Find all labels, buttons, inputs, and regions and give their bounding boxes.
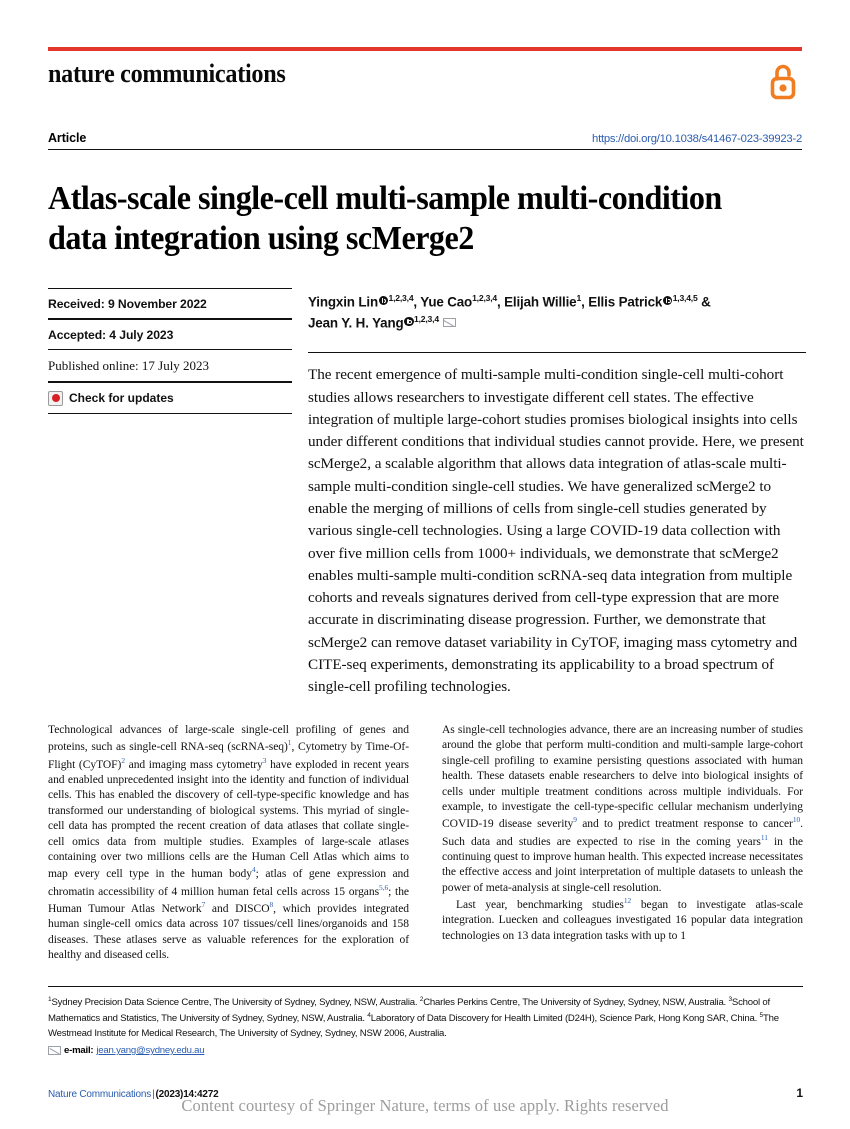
affiliation-marker: 5 [759,1012,764,1020]
citation-reference[interactable]: 11 [761,833,768,842]
author-name: Yingxin Lin [308,294,379,310]
orcid-icon[interactable] [662,295,673,306]
author-name: , Yue Cao [413,294,473,310]
author-list-ampersand: & [697,294,711,310]
check-for-updates-label: Check for updates [69,391,174,406]
citation-reference[interactable]: 8 [270,900,274,909]
author-list: Yingxin Lin 1,2,3,4, Yue Cao1,2,3,4, Elij… [308,292,808,334]
body-paragraph: Technological advances of large-scale si… [48,724,409,961]
received-date: Received: 9 November 2022 [48,297,207,312]
accepted-date: Accepted: 4 July 2023 [48,327,174,342]
open-access-lock-icon [768,62,798,107]
author-name: Jean Y. H. Yang [308,315,404,331]
body-paragraph: As single-cell technologies advance, the… [442,724,803,894]
body-column-right: As single-cell technologies advance, the… [442,723,803,963]
author-affiliation-refs: 1,2,3,4 [414,313,439,324]
corresponding-email-line: e-mail: jean.yang@sydney.edu.au [48,1045,803,1056]
body-columns: Technological advances of large-scale si… [48,723,803,963]
citation-reference[interactable]: 2 [121,756,125,765]
check-for-updates-badge[interactable]: Check for updates [48,383,292,413]
affiliation-marker: 3 [728,996,732,1004]
author-name: , Elijah Willie [496,294,577,310]
author-affiliation-refs: 1,2,3,4 [472,293,497,303]
article-type-label: Article [48,131,87,145]
abstract-top-rule [308,352,806,354]
orcid-icon[interactable] [378,295,389,306]
meta-divider [48,412,292,414]
springer-watermark: Content courtesy of Springer Nature, ter… [181,1096,669,1115]
published-online-date: Published online: 17 July 2023 [48,358,210,374]
page-title: Atlas-scale single-cell multi-sample mul… [48,180,722,257]
author-affiliation-refs: 1,3,4,5 [672,293,698,303]
email-icon [48,1046,61,1056]
article-doi-bar: Article https://doi.org/10.1038/s41467-0… [48,131,802,150]
masthead-red-rule [48,47,802,51]
author-affiliation-refs: 1,2,3,4 [388,293,414,303]
abstract-text: The recent emergence of multi-sample mul… [308,366,804,696]
citation-reference[interactable]: 9 [573,815,577,824]
citation-reference[interactable]: 5,6 [379,883,388,892]
crossmark-icon [48,390,63,406]
email-label: e-mail: [64,1045,94,1057]
body-column-left: Technological advances of large-scale si… [48,723,409,963]
citation-reference[interactable]: 10 [793,815,800,824]
affiliation-marker: 2 [419,996,424,1004]
citation-reference[interactable]: 4 [252,865,256,874]
journal-article-page: nature communications Article https://do… [0,0,850,1129]
email-icon[interactable] [442,318,456,328]
citation-reference[interactable]: 7 [202,900,206,909]
citation-reference[interactable]: 1 [288,738,292,747]
journal-logo-text: nature communications [48,59,286,88]
masthead: nature communications [48,47,802,107]
affiliation-marker: 1 [48,996,52,1004]
affiliation-marker: 4 [367,1012,371,1020]
affiliations-section: 1Sydney Precision Data Science Centre, T… [48,986,803,1056]
affiliations-top-rule [48,986,803,988]
citation-reference[interactable]: 3 [263,756,267,765]
publication-metadata: Received: 9 November 2022 Accepted: 4 Ju… [48,288,292,414]
orcid-icon[interactable] [404,316,414,327]
abstract-section: The recent emergence of multi-sample mul… [308,352,806,698]
citation-reference[interactable]: 12 [624,896,631,905]
body-paragraph: Last year, benchmarking studies12 began … [442,896,803,942]
author-name: , Ellis Patrick [581,294,663,310]
email-address-link[interactable]: jean.yang@sydney.edu.au [96,1045,204,1056]
affiliations-text: 1Sydney Precision Data Science Centre, T… [48,996,779,1040]
doi-link[interactable]: https://doi.org/10.1038/s41467-023-39923… [592,133,802,145]
